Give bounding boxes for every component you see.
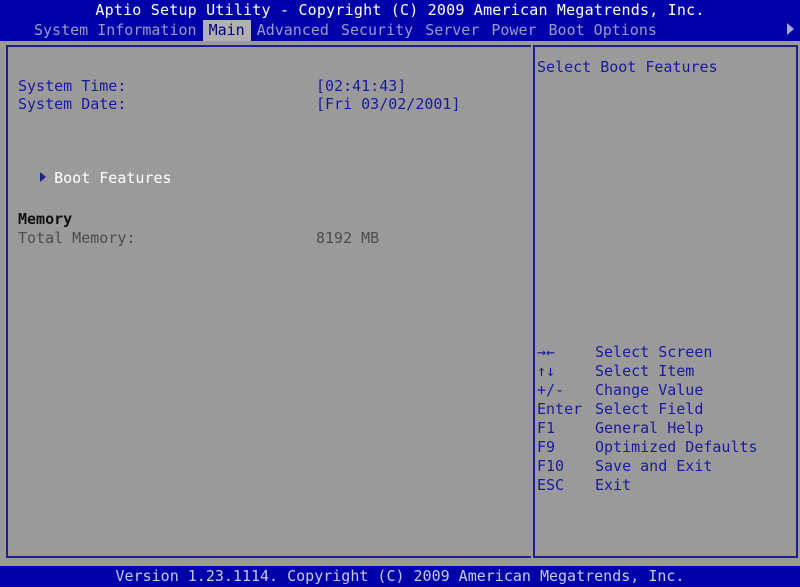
version-text: Version 1.23.1114. Copyright (C) 2009 Am… [115,567,685,585]
setting-value: 8192 MB [316,229,380,247]
legend-key: +/- [537,381,565,399]
menu-item-list: System Information Main Advanced Security Se… [28,19,663,41]
settings-panel [6,45,531,558]
triangle-right-icon [40,172,47,182]
menu-tab-main[interactable]: Main [202,19,251,41]
key-legend: →← Select Screen ↑↓ Select Item +/- Change Va… [537,343,789,495]
legend-row: ↑↓ Select Item [537,362,789,381]
section-heading-memory: Memory [18,210,73,228]
legend-description: General Help [595,419,704,437]
setting-value[interactable]: [Fri 03/02/2001] [316,96,461,113]
title-bar: Aptio Setup Utility - Copyright (C) 2009… [0,0,800,41]
menu-tab-advanced[interactable]: Advanced [251,20,335,41]
status-bar: Version 1.23.1114. Copyright (C) 2009 Am… [0,566,800,587]
setting-label: Total Memory: [18,229,136,247]
setting-row-system-date[interactable]: System Date: [Fri 03/02/2001] [18,96,513,113]
legend-description: Change Value [595,381,704,399]
setting-row-total-memory: Total Memory: 8192 MB [18,230,513,247]
legend-key: F1 [537,419,556,437]
triangle-right-icon[interactable] [787,23,794,35]
legend-description: Select Field [595,400,704,418]
menu-tab-system-information[interactable]: System Information [28,20,203,41]
bios-setup-screen: Aptio Setup Utility - Copyright (C) 2009… [0,0,800,587]
legend-description: Optimized Defaults [595,438,758,456]
menu-bar: System Information Main Advanced Security Se… [0,19,800,41]
menu-tab-power[interactable]: Power [485,20,542,41]
legend-row: ESC Exit [537,476,789,495]
legend-description: Select Screen [595,343,713,361]
setting-label: System Time: [18,77,127,95]
legend-key: →← [537,343,556,361]
legend-row: →← Select Screen [537,343,789,362]
legend-key: ESC [537,476,565,494]
legend-key: Enter [537,400,583,418]
submenu-boot-features[interactable]: Boot Features [4,153,172,187]
legend-row: Enter Select Field [537,400,789,419]
legend-row: +/- Change Value [537,381,789,400]
legend-description: Save and Exit [595,457,713,475]
menu-tab-server[interactable]: Server [419,20,485,41]
setting-label: System Date: [18,95,127,113]
help-text: Select Boot Features [537,58,718,76]
setting-row-system-time[interactable]: System Time: [02:41:43] [18,78,513,95]
setting-value[interactable]: [02:41:43] [316,78,406,95]
legend-key: ↑↓ [537,362,556,380]
legend-description: Select Item [595,362,695,380]
legend-row: F10 Save and Exit [537,457,789,476]
legend-description: Exit [595,476,632,494]
legend-row: F9 Optimized Defaults [537,438,789,457]
legend-row: F1 General Help [537,419,789,438]
menu-tab-security[interactable]: Security [335,20,419,41]
submenu-label: Boot Features [54,169,172,187]
legend-key: F10 [537,457,565,475]
page-title: Aptio Setup Utility - Copyright (C) 2009… [95,1,705,19]
menu-tab-boot-options[interactable]: Boot Options [543,20,663,41]
legend-key: F9 [537,438,556,456]
